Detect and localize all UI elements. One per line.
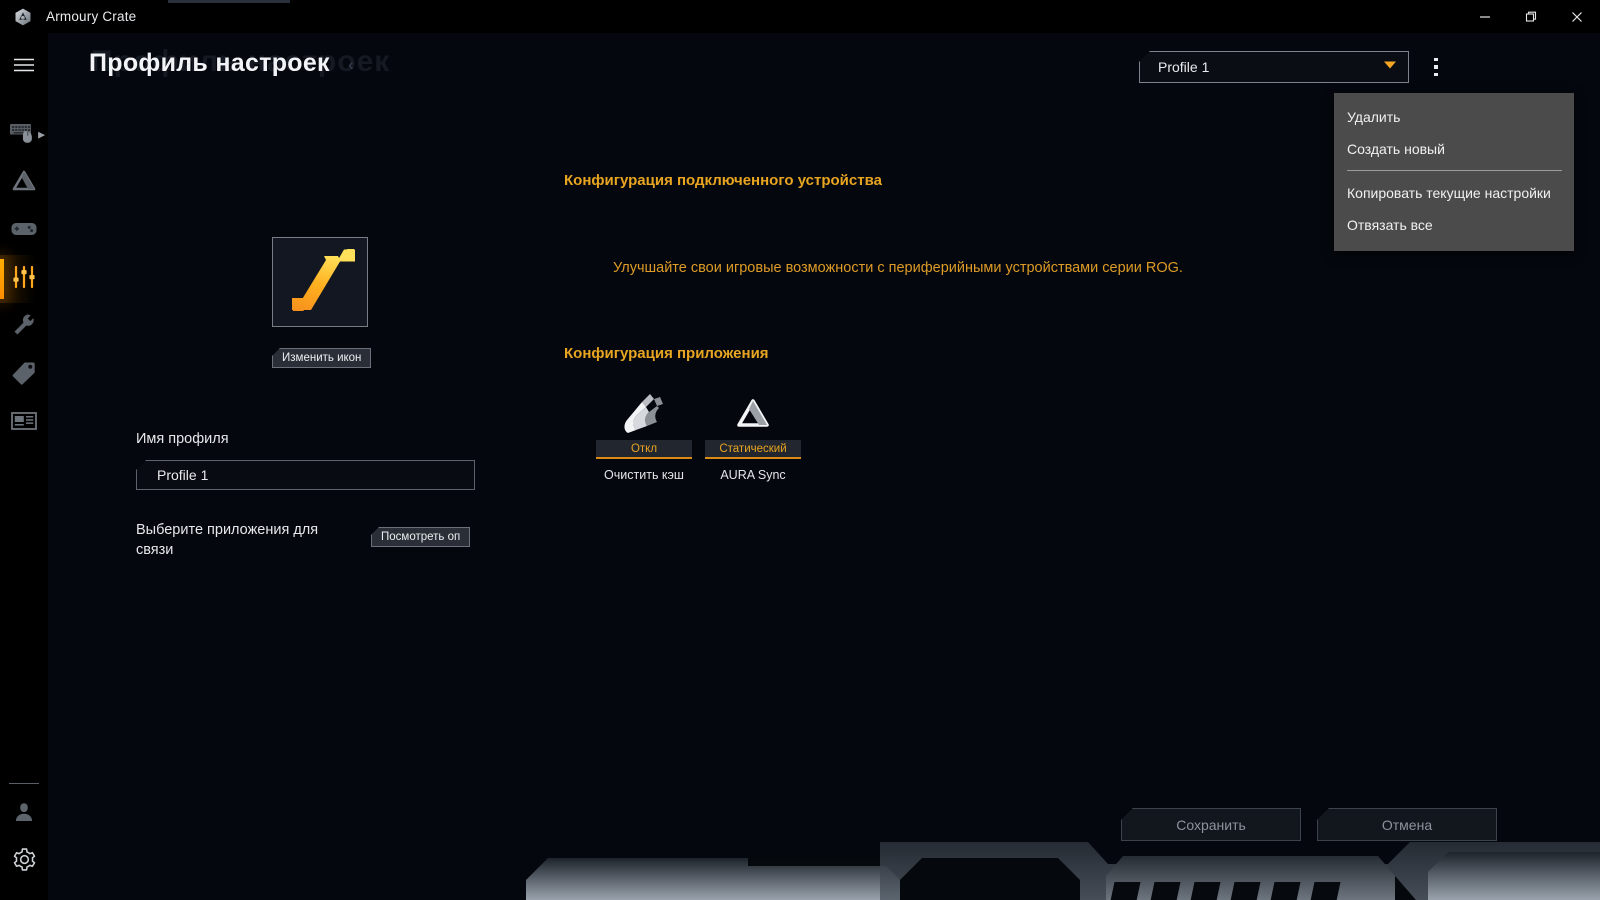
chevron-right-icon: ▶ [38,129,45,140]
sidebar-divider [9,783,39,784]
sidebar-bottom-group [0,783,48,886]
sidebar-item-game-profiles[interactable] [0,207,48,255]
user-icon [12,800,36,829]
change-icon-button[interactable]: Изменить икон [272,348,372,368]
kebab-dot [1434,65,1438,69]
sidebar-item-tools[interactable] [0,303,48,351]
profile-icon-frame[interactable] [272,237,368,327]
minimize-button[interactable] [1462,0,1508,33]
sidebar-item-devices[interactable]: ▶ [0,111,48,159]
app-tile-clear-cache[interactable]: Откл Очистить кэш [596,392,692,482]
menu-item-unlink-all[interactable]: Отвязать все [1334,209,1574,241]
wrench-icon [11,312,37,343]
title-bar: Armoury Crate [0,0,1600,33]
sidebar-item-deals[interactable] [0,351,48,399]
sidebar-menu-toggle[interactable] [0,43,48,91]
page-header: Профиль настроек Профиль настроек ‹ Prof… [48,33,1600,101]
menu-separator [1347,170,1562,171]
app-tile-state: Откл [596,440,692,459]
title-caret-icon: ‹ [348,55,354,74]
aura-triangle-icon [11,169,37,198]
device-config-title: Конфигурация подключенного устройства [564,172,882,189]
menu-item-copy-current-settings[interactable]: Копировать текущие настройки [1334,177,1574,209]
page-title: Профиль настроек [89,49,330,77]
app-tile-label: Очистить кэш [604,468,684,482]
gear-icon [12,847,37,877]
save-button[interactable]: Сохранить [1121,808,1301,841]
link-apps-label: Выберите приложения для связи [136,522,319,558]
app-title: Armoury Crate [46,9,137,24]
menu-item-label: Отвязать все [1347,217,1433,233]
view-apps-button[interactable]: Посмотреть оп [371,527,471,547]
hamburger-icon [13,57,35,78]
menu-item-label: Удалить [1347,109,1401,125]
broom-icon [596,392,692,436]
menu-item-label: Копировать текущие настройки [1347,185,1551,201]
menu-item-label: Создать новый [1347,141,1445,157]
aura-triangle-icon [705,392,801,436]
kebab-dot [1434,57,1438,62]
titlebar-accent [168,0,290,3]
profile-slash-icon [281,243,359,322]
profile-name-input[interactable]: Profile 1 [136,460,475,490]
sidebar: ▶ [0,33,48,900]
sliders-icon [11,264,37,295]
menu-item-create-new[interactable]: Создать новый [1334,133,1574,165]
profile-select-value: Profile 1 [1158,59,1210,75]
window-controls [1462,0,1600,33]
gamepad-icon [10,218,38,245]
app-window: Armoury Crate ▶ Профиль настроек Профиль… [0,0,1600,900]
keyboard-mouse-icon [9,121,39,150]
menu-item-delete[interactable]: Удалить [1334,101,1574,133]
profile-context-menu: Удалить Создать новый Копировать текущие… [1334,93,1574,251]
profile-name-value: Profile 1 [157,467,209,483]
sidebar-item-settings[interactable] [0,838,48,886]
news-icon [10,410,38,437]
cancel-button[interactable]: Отмена [1317,808,1497,841]
more-options-button[interactable] [1424,51,1448,83]
device-config-hint: Улучшайте свои игровые возможности с пер… [613,260,1183,276]
armoury-crate-logo-icon [0,0,46,33]
profile-select[interactable]: Profile 1 [1139,51,1409,83]
chevron-down-icon [1380,55,1400,80]
kebab-dot [1434,72,1438,77]
app-tile-aura-sync[interactable]: Статический AURA Sync [705,392,801,482]
close-button[interactable] [1554,0,1600,33]
sidebar-item-user-account[interactable] [0,790,48,838]
app-tile-label: AURA Sync [720,468,786,482]
sidebar-item-profile-settings[interactable] [0,255,48,303]
app-tile-state: Статический [705,440,801,459]
sidebar-item-aura-sync[interactable] [0,159,48,207]
sidebar-item-news[interactable] [0,399,48,447]
tag-icon [11,360,37,391]
footer-decoration [48,842,1600,900]
profile-name-label: Имя профиля [136,431,229,447]
maximize-button[interactable] [1508,0,1554,33]
titlebar-drag-region [136,0,1462,33]
app-config-title: Конфигурация приложения [564,345,769,362]
